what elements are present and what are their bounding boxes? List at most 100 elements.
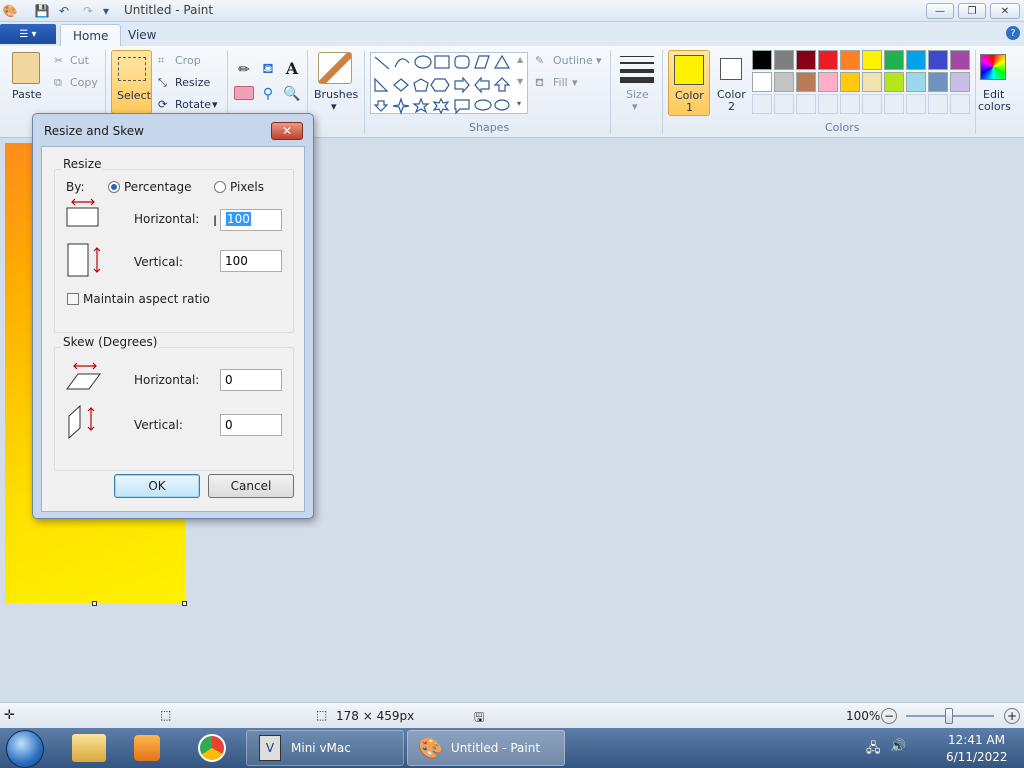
- undo-icon[interactable]: ↶: [56, 3, 72, 19]
- tab-home[interactable]: Home: [60, 24, 122, 46]
- pixels-label[interactable]: Pixels: [230, 180, 264, 194]
- palette-swatch[interactable]: [950, 50, 970, 70]
- palette-empty-slot[interactable]: [818, 94, 838, 114]
- palette-swatch[interactable]: [818, 72, 838, 92]
- zoom-slider-thumb[interactable]: [945, 708, 953, 724]
- palette-swatch[interactable]: [796, 50, 816, 70]
- cut-button[interactable]: Cut: [70, 54, 89, 67]
- palette-swatch[interactable]: [840, 50, 860, 70]
- paste-icon[interactable]: [12, 52, 40, 84]
- fill-dropdown-icon[interactable]: ▾: [572, 76, 578, 89]
- palette-swatch[interactable]: [884, 72, 904, 92]
- quick-access-dropdown-icon[interactable]: ▾: [98, 3, 114, 19]
- skew-vertical-input[interactable]: [220, 414, 282, 436]
- magnifier-icon[interactable]: 🔍: [282, 84, 302, 104]
- palette-swatch[interactable]: [928, 50, 948, 70]
- volume-icon[interactable]: 🔊: [890, 739, 906, 754]
- ok-button[interactable]: OK: [114, 474, 200, 498]
- select-button[interactable]: Select: [111, 50, 152, 114]
- palette-swatch[interactable]: [884, 50, 904, 70]
- brushes-icon[interactable]: [318, 52, 352, 84]
- palette-empty-slot[interactable]: [796, 94, 816, 114]
- size-icon[interactable]: [620, 54, 654, 83]
- palette-empty-slot[interactable]: [906, 94, 926, 114]
- resize-button[interactable]: Resize: [175, 76, 210, 89]
- palette-swatch[interactable]: [862, 72, 882, 92]
- resize-handle-corner[interactable]: [182, 601, 187, 606]
- start-button[interactable]: [6, 730, 44, 768]
- palette-swatch[interactable]: [950, 72, 970, 92]
- rotate-dropdown-icon[interactable]: ▾: [212, 98, 218, 111]
- pencil-icon[interactable]: ✏: [234, 60, 254, 80]
- palette-swatch[interactable]: [906, 72, 926, 92]
- shapes-more-icon[interactable]: ▾: [517, 99, 521, 108]
- close-window-button[interactable]: ✕: [990, 3, 1020, 19]
- save-icon[interactable]: 💾: [34, 3, 50, 19]
- palette-swatch[interactable]: [752, 72, 772, 92]
- palette-swatch[interactable]: [928, 72, 948, 92]
- color-picker-icon[interactable]: ⚲: [258, 84, 278, 104]
- maintain-aspect-checkbox[interactable]: [67, 293, 79, 305]
- minimize-button[interactable]: —: [926, 3, 954, 19]
- shapes-scroll-down-icon[interactable]: ▼: [517, 77, 523, 86]
- palette-empty-slot[interactable]: [928, 94, 948, 114]
- skew-horizontal-input[interactable]: [220, 369, 282, 391]
- palette-empty-slot[interactable]: [950, 94, 970, 114]
- palette-swatch[interactable]: [818, 50, 838, 70]
- chrome-taskbar-icon[interactable]: [198, 734, 226, 762]
- taskbar-item-paint[interactable]: 🎨 Untitled - Paint: [407, 730, 565, 766]
- resize-handle-bottom[interactable]: [92, 601, 97, 606]
- edit-colors-icon[interactable]: [980, 54, 1006, 80]
- cancel-button[interactable]: Cancel: [208, 474, 294, 498]
- pixels-radio[interactable]: [214, 181, 226, 193]
- clock-time[interactable]: 12:41 AM: [948, 733, 1005, 747]
- brushes-dropdown-icon[interactable]: ▾: [331, 100, 337, 113]
- color2-button[interactable]: Color 2: [712, 50, 752, 116]
- edit-colors-line2[interactable]: colors: [978, 100, 1011, 113]
- shapes-gallery[interactable]: ▲ ▼ ▾: [370, 52, 528, 115]
- taskbar-item-minivmac[interactable]: V Mini vMac: [246, 730, 404, 766]
- rotate-button[interactable]: Rotate: [175, 98, 211, 111]
- paste-button[interactable]: Paste: [12, 88, 42, 101]
- explorer-taskbar-icon[interactable]: [72, 734, 106, 762]
- palette-empty-slot[interactable]: [862, 94, 882, 114]
- fill-bucket-icon[interactable]: ⛾: [258, 60, 278, 80]
- eraser-icon[interactable]: [234, 86, 254, 100]
- paint-app-icon[interactable]: 🎨: [2, 3, 18, 19]
- percentage-radio[interactable]: [108, 181, 120, 193]
- palette-swatch[interactable]: [840, 72, 860, 92]
- tab-view[interactable]: View: [116, 24, 168, 46]
- network-icon[interactable]: 🖧: [866, 739, 881, 761]
- palette-empty-slot[interactable]: [884, 94, 904, 114]
- zoom-in-button[interactable]: +: [1004, 708, 1020, 724]
- palette-swatch[interactable]: [774, 72, 794, 92]
- redo-icon[interactable]: ↷: [80, 3, 96, 19]
- shapes-scroll-up-icon[interactable]: ▲: [517, 55, 523, 64]
- clock-date[interactable]: 6/11/2022: [946, 750, 1008, 764]
- palette-swatch[interactable]: [752, 50, 772, 70]
- color1-button[interactable]: Color 1: [668, 50, 710, 116]
- palette-swatch[interactable]: [906, 50, 926, 70]
- outline-dropdown-icon[interactable]: ▾: [596, 54, 602, 67]
- media-player-taskbar-icon[interactable]: [134, 735, 160, 761]
- percentage-label[interactable]: Percentage: [124, 180, 192, 194]
- paint-menu-button[interactable]: ☰ ▾: [0, 24, 56, 44]
- dialog-close-button[interactable]: ✕: [271, 122, 303, 140]
- resize-vertical-input[interactable]: [220, 250, 282, 272]
- crop-button[interactable]: Crop: [175, 54, 201, 67]
- palette-empty-slot[interactable]: [840, 94, 860, 114]
- fill-button[interactable]: Fill: [553, 76, 568, 89]
- zoom-out-button[interactable]: −: [881, 708, 897, 724]
- text-tool-icon[interactable]: A: [282, 58, 302, 78]
- palette-swatch[interactable]: [796, 72, 816, 92]
- palette-swatch[interactable]: [862, 50, 882, 70]
- copy-button[interactable]: Copy: [70, 76, 98, 89]
- help-icon[interactable]: ?: [1006, 26, 1020, 40]
- maintain-aspect-label[interactable]: Maintain aspect ratio: [83, 292, 210, 306]
- size-dropdown-icon[interactable]: ▾: [632, 100, 638, 113]
- palette-empty-slot[interactable]: [752, 94, 772, 114]
- palette-empty-slot[interactable]: [774, 94, 794, 114]
- palette-swatch[interactable]: [774, 50, 794, 70]
- outline-button[interactable]: Outline: [553, 54, 593, 67]
- restore-button[interactable]: ❐: [958, 3, 986, 19]
